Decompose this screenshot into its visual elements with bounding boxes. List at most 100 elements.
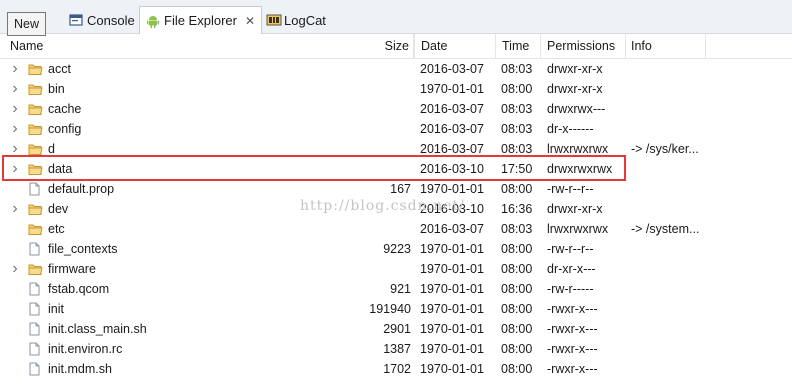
file-date: 2016-03-07 <box>420 122 484 136</box>
file-permissions: -rw-r----- <box>547 282 594 296</box>
view-tab-bar: ks Console File Explorer ✕ LogCat <box>0 0 792 34</box>
expand-chevron-icon[interactable]: › <box>9 59 21 79</box>
table-row[interactable]: init.mdm.sh 1702 1970-01-01 08:00 -rwxr-x--- <box>0 359 792 379</box>
file-info <box>631 79 711 99</box>
file-icon <box>28 182 43 196</box>
file-info <box>631 319 711 339</box>
file-name: init.mdm.sh <box>48 362 112 376</box>
tab-label: Console <box>87 12 135 28</box>
tab-console[interactable]: Console <box>63 7 141 33</box>
file-name: default.prop <box>48 182 115 196</box>
file-date: 1970-01-01 <box>420 262 484 276</box>
file-permissions: lrwxrwxrwx <box>547 222 609 236</box>
file-info <box>631 199 711 219</box>
file-time: 08:00 <box>501 182 533 196</box>
table-row[interactable]: › acct 2016-03-07 08:03 drwxr-xr-x <box>0 59 792 79</box>
file-name: acct <box>48 62 71 76</box>
table-row[interactable]: › cache 2016-03-07 08:03 drwxrwx--- <box>0 99 792 119</box>
file-date: 1970-01-01 <box>420 362 484 376</box>
table-row[interactable]: file_contexts 9223 1970-01-01 08:00 -rw-r--r… <box>0 239 792 259</box>
file-name: fstab.qcom <box>48 282 110 296</box>
expand-chevron-icon <box>9 219 21 239</box>
file-info <box>631 119 711 139</box>
file-permissions: drwxr-xr-x <box>547 202 603 216</box>
file-info <box>631 299 711 319</box>
android-icon <box>146 14 160 28</box>
file-date: 1970-01-01 <box>420 82 484 96</box>
file-date: 1970-01-01 <box>420 242 484 256</box>
file-info <box>631 359 711 379</box>
file-size <box>330 259 411 279</box>
file-permissions: -rw-r--r-- <box>547 242 594 256</box>
file-info <box>631 279 711 299</box>
file-name: init.class_main.sh <box>48 322 147 336</box>
file-info <box>631 239 711 259</box>
expand-chevron-icon <box>9 319 21 339</box>
file-icon <box>28 322 43 336</box>
folder-icon <box>28 262 43 276</box>
file-permissions: drwxrwx--- <box>547 102 606 116</box>
file-date: 1970-01-01 <box>420 302 484 316</box>
file-name: config <box>48 122 82 136</box>
file-date: 2016-03-07 <box>420 222 484 236</box>
tab-label: File Explorer <box>164 13 237 28</box>
table-row[interactable]: init.environ.rc 1387 1970-01-01 08:00 -rwxr-… <box>0 339 792 359</box>
tab-file-explorer[interactable]: File Explorer ✕ <box>139 6 263 34</box>
file-date: 1970-01-01 <box>420 182 484 196</box>
file-time: 08:03 <box>501 122 533 136</box>
file-size: 1702 <box>383 362 411 376</box>
file-time: 08:00 <box>501 322 533 336</box>
column-header-permissions[interactable]: Permissions <box>541 34 626 58</box>
expand-chevron-icon[interactable]: › <box>9 79 21 99</box>
tab-logcat[interactable]: LogCat <box>260 7 332 33</box>
file-time: 08:00 <box>501 282 533 296</box>
table-row[interactable]: › bin 1970-01-01 08:00 drwxr-xr-x <box>0 79 792 99</box>
file-time: 08:00 <box>501 302 533 316</box>
file-time: 08:00 <box>501 262 533 276</box>
file-time: 08:03 <box>501 102 533 116</box>
logcat-icon <box>266 13 282 27</box>
file-info <box>631 179 711 199</box>
folder-icon <box>28 62 43 76</box>
column-header-time[interactable]: Time <box>496 34 541 58</box>
expand-chevron-icon <box>9 339 21 359</box>
file-icon <box>28 302 43 316</box>
folder-icon <box>28 82 43 96</box>
file-permissions: dr-xr-x--- <box>547 262 596 276</box>
file-info: -> /system... <box>631 222 700 236</box>
table-row[interactable]: init.class_main.sh 2901 1970-01-01 08:00 -rw… <box>0 319 792 339</box>
folder-icon <box>28 142 43 156</box>
file-name: file_contexts <box>48 242 118 256</box>
console-icon <box>69 13 83 27</box>
file-info <box>631 59 711 79</box>
file-size: 1387 <box>383 342 411 356</box>
column-header-size[interactable]: Size <box>330 34 414 58</box>
file-time: 08:00 <box>501 362 533 376</box>
file-name: init <box>48 302 64 316</box>
file-time: 08:03 <box>501 222 533 236</box>
file-name: cache <box>48 102 82 116</box>
tooltip: New <box>7 12 47 36</box>
table-row[interactable]: etc 2016-03-07 08:03 lrwxrwxrwx -> /system..… <box>0 219 792 239</box>
column-header-info[interactable]: Info <box>626 34 706 58</box>
table-row[interactable]: fstab.qcom 921 1970-01-01 08:00 -rw-r----- <box>0 279 792 299</box>
expand-chevron-icon[interactable]: › <box>9 259 21 279</box>
table-row[interactable]: init 191940 1970-01-01 08:00 -rwxr-x--- <box>0 299 792 319</box>
table-row[interactable]: › config 2016-03-07 08:03 dr-x------ <box>0 119 792 139</box>
file-permissions: -rwxr-x--- <box>547 322 598 336</box>
expand-chevron-icon[interactable]: › <box>9 119 21 139</box>
close-icon[interactable]: ✕ <box>245 14 255 28</box>
file-size: 191940 <box>369 302 411 316</box>
expand-chevron-icon[interactable]: › <box>9 199 21 219</box>
expand-chevron-icon <box>9 179 21 199</box>
file-size <box>330 79 411 99</box>
table-row[interactable]: › firmware 1970-01-01 08:00 dr-xr-x--- <box>0 259 792 279</box>
file-icon <box>28 282 43 296</box>
file-name: firmware <box>48 262 96 276</box>
file-icon <box>28 342 43 356</box>
table-row[interactable]: default.prop 167 1970-01-01 08:00 -rw-r--r-- <box>0 179 792 199</box>
expand-chevron-icon[interactable]: › <box>9 99 21 119</box>
table-header: Name Size Date Time Permissions Info <box>0 34 792 59</box>
file-size: 921 <box>390 282 411 296</box>
column-header-date[interactable]: Date <box>414 34 496 58</box>
